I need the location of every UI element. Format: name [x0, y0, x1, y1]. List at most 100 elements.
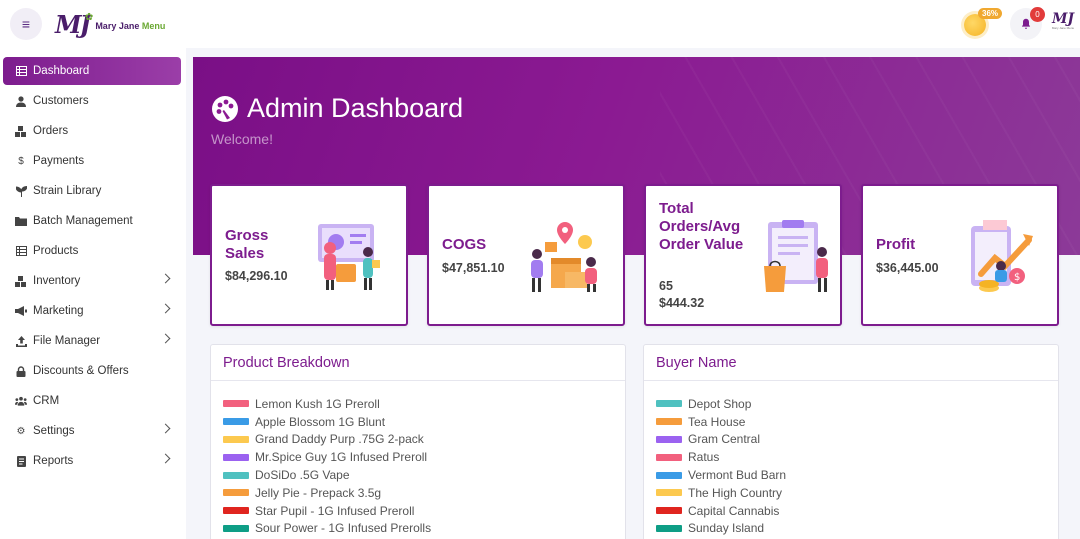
legend-item[interactable]: Grand Daddy Purp .75G 2-pack — [223, 431, 431, 449]
legend-swatch — [656, 489, 682, 497]
chevron-right-icon — [160, 453, 171, 464]
user-avatar[interactable]: MJ Mary Jane Menu — [1049, 12, 1077, 38]
legend-swatch — [223, 400, 249, 408]
lock-icon — [15, 365, 27, 377]
legend-label: DoSiDo .5G Vape — [255, 468, 350, 483]
legend-item[interactable]: Sunday Island — [656, 520, 786, 538]
megaphone-icon — [15, 305, 27, 317]
sidebar-item-label: Batch Management — [33, 215, 133, 227]
svg-text:$: $ — [1014, 272, 1020, 283]
sidebar-item-reports[interactable]: Reports — [3, 447, 181, 475]
sidebar-item-label: Orders — [33, 125, 69, 137]
sidebar-item-inventory[interactable]: Inventory — [3, 267, 181, 295]
legend-swatch — [223, 435, 249, 443]
notifications-button[interactable]: 0 — [1010, 7, 1045, 40]
avatar-caption: Mary Jane Menu — [1051, 26, 1075, 30]
legend-item[interactable]: Vermont Bud Barn — [656, 466, 786, 484]
sidebar-item-label: Dashboard — [33, 65, 90, 77]
sidebar-item-customers[interactable]: Customers — [3, 87, 181, 115]
legend-swatch — [656, 524, 682, 532]
panel-title: Buyer Name — [644, 345, 1058, 381]
sidebar-item-label: Products — [33, 245, 79, 257]
hamburger-icon: ≡ — [21, 16, 31, 32]
legend-swatch — [223, 507, 249, 515]
brand-name-part2: Menu — [141, 21, 166, 31]
hamburger-menu-button[interactable]: ≡ — [10, 8, 42, 40]
legend-item[interactable]: Star Pupil - 1G Infused Preroll — [223, 502, 431, 520]
legend-swatch — [656, 507, 682, 515]
sidebar-item-strain-library[interactable]: Strain Library — [3, 177, 181, 205]
legend-item[interactable]: Tea House — [656, 413, 786, 431]
sidebar-item-marketing[interactable]: Marketing — [3, 297, 181, 325]
sidebar-item-settings[interactable]: ⚙ Settings — [3, 417, 181, 445]
legend-item[interactable]: Gram Central — [656, 431, 786, 449]
buyer-name-panel: Buyer Name Depot Shop Tea House Gram Cen… — [643, 344, 1059, 539]
legend-item[interactable]: Depot Shop — [656, 395, 786, 413]
legend-label: The High Country — [688, 485, 783, 500]
legend-item[interactable]: Apple Blossom 1G Blunt — [223, 413, 431, 431]
report-icon — [15, 455, 27, 467]
sidebar-item-label: Strain Library — [33, 185, 102, 197]
legend-label: Ratus — [688, 450, 720, 465]
sidebar-item-dashboard[interactable]: Dashboard — [3, 57, 181, 85]
legend-swatch — [223, 489, 249, 497]
sidebar-item-payments[interactable]: $ Payments — [3, 147, 181, 175]
legend-label: Sunday Island — [688, 521, 765, 536]
legend-item[interactable]: Jelly Pie - Prepack 3.5g — [223, 484, 431, 502]
sidebar-item-label: Inventory — [33, 275, 81, 287]
legend-item[interactable]: Sour Power - 1G Infused Prerolls — [223, 520, 431, 538]
upload-icon — [15, 335, 27, 347]
sales-illustration-icon — [318, 224, 380, 290]
legend-item[interactable]: DoSiDo .5G Vape — [223, 466, 431, 484]
sidebar-item-batch-management[interactable]: Batch Management — [3, 207, 181, 235]
legend-item[interactable]: The High Country — [656, 484, 786, 502]
leaf-icon: ✿ — [84, 11, 94, 23]
profit-card[interactable]: Profit $36,445.00 $ — [861, 184, 1059, 326]
logo-mark: MJ — [55, 9, 91, 39]
sidebar-item-label: CRM — [33, 395, 60, 407]
legend-label: Gram Central — [688, 432, 761, 447]
sidebar-item-crm[interactable]: CRM — [3, 387, 181, 415]
welcome-text: Welcome! — [211, 131, 273, 147]
legend-label: Lemon Kush 1G Preroll — [255, 396, 380, 411]
card-title: Gross Sales — [225, 227, 269, 262]
legend-swatch — [656, 418, 682, 426]
cogs-card[interactable]: COGS $47,851.10 — [427, 184, 625, 326]
total-orders-card[interactable]: Total Orders/Avg Order Value 65 $444.32 — [644, 184, 842, 326]
sidebar-item-label: Customers — [33, 95, 89, 107]
legend-label: Star Pupil - 1G Infused Preroll — [255, 503, 415, 518]
coin-badge: 36% — [978, 8, 1003, 19]
product-breakdown-panel: Product Breakdown Lemon Kush 1G Preroll … — [210, 344, 626, 539]
bell-icon — [1021, 18, 1031, 29]
sidebar-item-label: Payments — [33, 155, 85, 167]
folder-icon — [15, 215, 27, 227]
sidebar-item-products[interactable]: Products — [3, 237, 181, 265]
legend-item[interactable]: Mr.Spice Guy 1G Infused Preroll — [223, 448, 431, 466]
legend-label: Grand Daddy Purp .75G 2-pack — [255, 432, 424, 447]
sidebar-item-orders[interactable]: Orders — [3, 117, 181, 145]
sidebar-item-file-manager[interactable]: File Manager — [3, 327, 181, 355]
legend-item[interactable]: Ratus — [656, 448, 786, 466]
legend-label: Mr.Spice Guy 1G Infused Preroll — [255, 450, 428, 465]
legend-label: Sour Power - 1G Infused Prerolls — [255, 521, 432, 536]
sidebar-item-label: Marketing — [33, 305, 84, 317]
legend-label: Capital Cannabis — [688, 503, 780, 518]
coin-status[interactable]: 36% — [960, 8, 1003, 40]
card-title: COGS — [442, 236, 487, 253]
brand-name-part1: Mary Jane — [95, 21, 140, 31]
legend-swatch — [223, 418, 249, 426]
card-value-avg: $444.32 — [659, 296, 705, 310]
legend-item[interactable]: Capital Cannabis — [656, 502, 786, 520]
legend-item[interactable]: Lemon Kush 1G Preroll — [223, 395, 431, 413]
legend-label: Tea House — [688, 414, 746, 429]
dollar-icon: $ — [18, 155, 24, 167]
legend-swatch — [223, 453, 249, 461]
sidebar-item-discounts-offers[interactable]: Discounts & Offers — [3, 357, 181, 385]
card-value: $36,445.00 — [876, 261, 939, 275]
brand-logo[interactable]: MJ ✿ Mary Jane Menu — [55, 8, 165, 40]
seedling-icon — [15, 185, 27, 197]
gross-sales-card[interactable]: Gross Sales $84,296.10 — [210, 184, 408, 326]
main-content: Admin Dashboard Welcome! Gross Sales $84… — [186, 48, 1080, 539]
cogs-illustration-icon — [531, 222, 597, 292]
card-value: $47,851.10 — [442, 261, 505, 275]
